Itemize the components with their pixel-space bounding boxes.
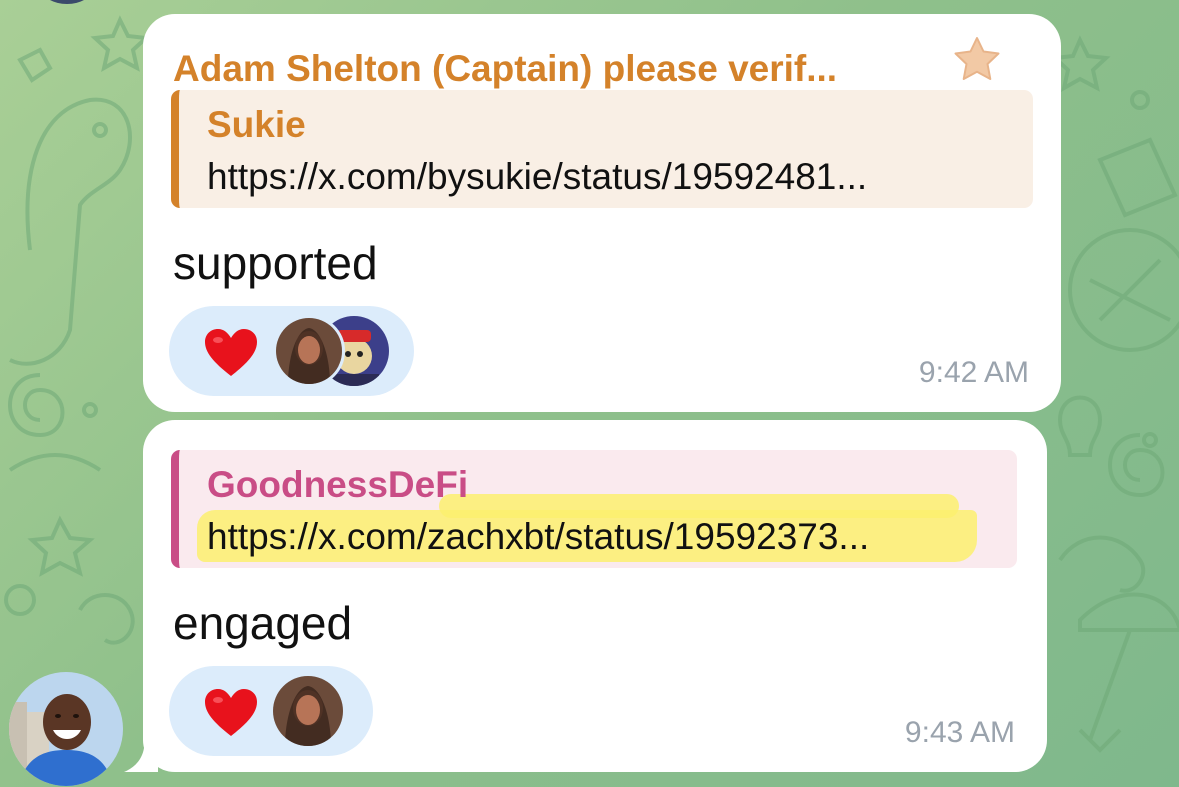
message-bubble[interactable]: GoodnessDeFi https://x.com/zachxbt/statu… [143, 420, 1047, 772]
reply-author: Sukie [207, 104, 306, 145]
reply-author: GoodnessDeFi [207, 464, 469, 505]
heart-icon [205, 689, 257, 736]
message-bubble[interactable]: Adam Shelton (Captain) please verif... S… [143, 14, 1061, 412]
heart-icon [205, 329, 257, 376]
message-timestamp: 9:42 AM [918, 356, 1029, 389]
reaction-pill[interactable] [169, 666, 373, 756]
sender-avatar[interactable] [9, 672, 123, 786]
reply-link[interactable]: https://x.com/bysukie/status/19592481... [207, 156, 867, 198]
reaction-pill[interactable] [169, 306, 414, 396]
sender-name[interactable]: Adam Shelton (Captain) please verif... [173, 48, 837, 90]
reply-quote[interactable]: Sukie https://x.com/bysukie/status/19592… [171, 90, 1033, 208]
message-text: supported [173, 237, 378, 289]
reactor-avatar [273, 315, 345, 387]
reply-quote[interactable]: GoodnessDeFi https://x.com/zachxbt/statu… [171, 450, 1017, 568]
bubble-tail [124, 730, 158, 772]
reactor-avatar [273, 676, 343, 746]
star-icon [954, 37, 1000, 80]
message-timestamp: 9:43 AM [904, 716, 1015, 749]
marker-highlight [439, 494, 959, 518]
reply-link[interactable]: https://x.com/zachxbt/status/19592373... [207, 516, 869, 558]
message-text: engaged [173, 597, 353, 649]
